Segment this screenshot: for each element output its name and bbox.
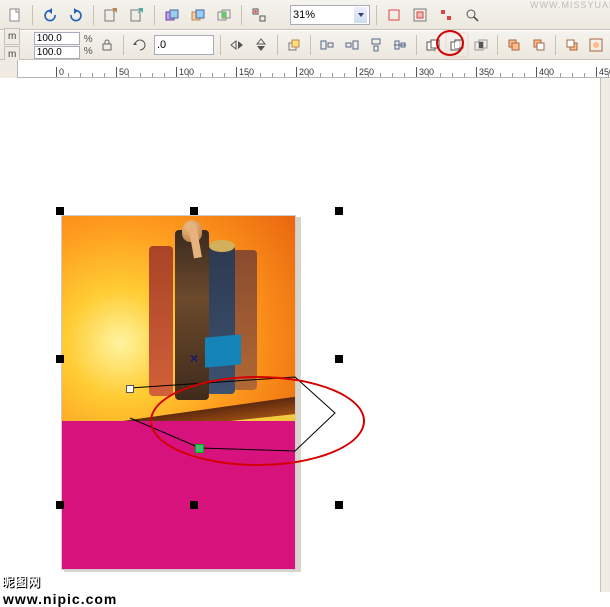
mirror-v-button[interactable] [251, 34, 271, 56]
undo-button[interactable] [39, 4, 61, 26]
pink-panel [62, 421, 295, 569]
snap-options-button[interactable] [248, 4, 270, 26]
people-illustration [149, 216, 289, 416]
separator [310, 35, 311, 55]
ruler-mark: 250 [356, 67, 374, 77]
ruler-mark: 0 [56, 67, 64, 77]
separator [555, 35, 556, 55]
intersect-button[interactable] [213, 4, 235, 26]
selection-handle[interactable] [190, 207, 198, 215]
chevron-down-icon[interactable] [354, 7, 367, 23]
zoom-level-select[interactable] [290, 5, 370, 25]
separator [32, 5, 33, 25]
back-minus-button[interactable] [562, 34, 582, 56]
rotation-input[interactable] [157, 39, 197, 51]
ruler-horizontal: 050100150200250300350400450 [0, 60, 610, 78]
import-button[interactable] [100, 4, 122, 26]
mirror-h-button[interactable] [227, 34, 247, 56]
ruler-mark: 300 [416, 67, 434, 77]
watermark-bottom: 昵图网 www.nipic.com 昵图网 www.nipic.com [2, 573, 160, 590]
trim-shape-button[interactable] [447, 34, 467, 56]
separator [154, 5, 155, 25]
selection-handle[interactable] [335, 207, 343, 215]
ruler-mark: 100 [176, 67, 194, 77]
rotation-input-wrap[interactable] [154, 35, 214, 55]
separator [241, 5, 242, 25]
toolbar-row-1: WWW.MISSYUAN.COM [0, 0, 610, 30]
weld-button[interactable] [161, 4, 183, 26]
scale-y-input[interactable] [37, 47, 67, 58]
export-button[interactable] [126, 4, 148, 26]
canvas-workspace[interactable]: × 昵图网 www.nipic.com 昵图网 www.nipic.com [0, 78, 610, 592]
zoom-doc-button[interactable] [383, 4, 405, 26]
zoom-all-button[interactable] [435, 4, 457, 26]
ruler-mark: 150 [236, 67, 254, 77]
percent-label: % [84, 46, 93, 57]
front-minus-button[interactable] [529, 34, 549, 56]
redo-button[interactable] [65, 4, 87, 26]
selection-handle[interactable] [190, 501, 198, 509]
to-front-button[interactable] [284, 34, 304, 56]
ruler-mark: 350 [476, 67, 494, 77]
selection-handle[interactable] [335, 355, 343, 363]
separator [416, 35, 417, 55]
scrollbar-vertical[interactable] [600, 78, 610, 592]
zoom-selection-button[interactable] [461, 4, 483, 26]
align-1-button[interactable] [317, 34, 337, 56]
ruler-origin[interactable] [0, 60, 18, 78]
poster-artwork[interactable] [61, 215, 296, 570]
selection-center-mark: × [190, 350, 198, 366]
combine-button[interactable] [423, 34, 443, 56]
toolbar-row-2: m m % % [0, 30, 610, 60]
trim-button[interactable] [187, 4, 209, 26]
intersect-shape-button[interactable] [471, 34, 491, 56]
selection-handle[interactable] [56, 355, 64, 363]
node-handle-active[interactable] [195, 444, 204, 453]
scale-x-input[interactable] [37, 33, 67, 44]
boundary-button[interactable] [586, 34, 606, 56]
separator [123, 35, 124, 55]
new-doc-button[interactable] [4, 4, 26, 26]
ruler-mark: 200 [296, 67, 314, 77]
align-4-button[interactable] [390, 34, 410, 56]
unit-x-label: m [4, 28, 20, 45]
align-2-button[interactable] [341, 34, 361, 56]
selection-handle[interactable] [56, 207, 64, 215]
separator [93, 5, 94, 25]
lock-aspect-button[interactable] [97, 34, 117, 56]
zoom-page-button[interactable] [409, 4, 431, 26]
node-handle[interactable] [126, 385, 134, 393]
simplify-button[interactable] [504, 34, 524, 56]
selection-handle[interactable] [56, 501, 64, 509]
selection-handle[interactable] [335, 501, 343, 509]
watermark-top: WWW.MISSYUAN.COM [530, 0, 610, 12]
separator [497, 35, 498, 55]
zoom-input[interactable] [293, 9, 353, 21]
ruler-mark: 400 [536, 67, 554, 77]
separator [277, 35, 278, 55]
align-3-button[interactable] [366, 34, 386, 56]
rotate-icon [130, 34, 150, 56]
separator [376, 5, 377, 25]
separator [220, 35, 221, 55]
percent-label: % [84, 34, 93, 45]
